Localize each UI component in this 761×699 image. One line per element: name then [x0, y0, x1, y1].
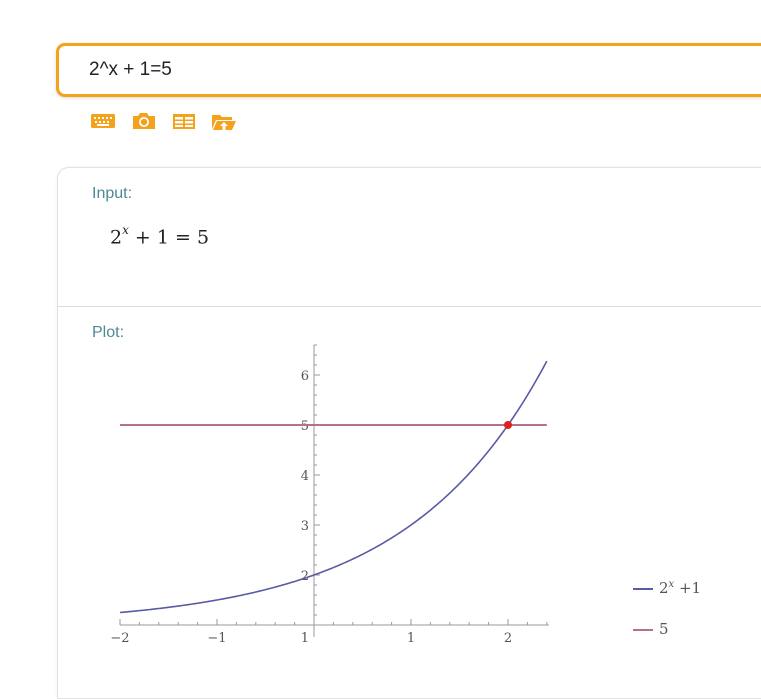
upload-button[interactable] [211, 111, 239, 135]
legend-swatch-line [633, 629, 653, 631]
legend-curve-rest: +1 [678, 579, 702, 597]
legend-curve-exponent: x [668, 579, 675, 590]
y-tick-label: 6 [301, 369, 309, 384]
axes [120, 345, 549, 637]
x-tick-label: −1 [207, 631, 226, 646]
folder-upload-icon [212, 115, 236, 131]
search-box[interactable] [56, 43, 761, 97]
legend-label-curve: 2x +1 [659, 579, 701, 597]
series [119, 360, 548, 614]
y-tick-label: 5 [301, 419, 309, 434]
camera-button[interactable] [131, 111, 159, 135]
axis-ticks [119, 344, 548, 625]
tick-labels: −2 −1 1 2234561 [110, 369, 512, 646]
legend-swatch-curve [633, 588, 653, 590]
plot-chart: −2 −1 1 2234561 [110, 344, 549, 646]
table-icon [173, 114, 195, 129]
series-curve-2x-plus-1 [119, 360, 548, 614]
results-card: Input: 2x + 1 = 5 Plot: −2 −1 1 2 2 3 4 5 6 1 2x … [57, 167, 761, 699]
camera-icon [133, 113, 155, 129]
y-tick-label: 4 [301, 469, 309, 484]
legend-curve-base: 2 [659, 579, 669, 597]
x-tick-label: 1 [407, 631, 415, 646]
x-tick-label: 2 [504, 631, 512, 646]
intersection-point [504, 421, 512, 429]
table-button[interactable] [171, 111, 199, 135]
origin-tick-label: 1 [301, 631, 309, 646]
search-input[interactable] [89, 46, 689, 94]
keyboard-button[interactable] [90, 111, 118, 135]
legend-label-line: 5 [659, 620, 669, 638]
y-tick-label: 3 [301, 519, 309, 534]
x-tick-label: −2 [110, 631, 129, 646]
keyboard-icon [91, 114, 115, 128]
